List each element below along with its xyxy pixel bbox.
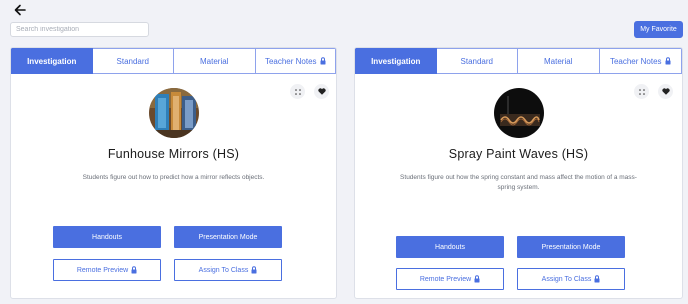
button-label: Assign To Class [541, 275, 592, 283]
handouts-button[interactable]: Handouts [53, 226, 161, 248]
assign-to-class-button[interactable]: Assign To Class [517, 268, 625, 290]
investigation-description: Students figure out how the spring const… [400, 174, 637, 191]
tab-teacher-notes[interactable]: Teacher Notes [255, 48, 336, 74]
investigation-thumbnail [493, 88, 544, 138]
button-label: Handouts [92, 233, 122, 241]
investigation-thumbnail [148, 88, 199, 138]
grid-dots-icon [638, 88, 645, 95]
favorite-heart-button[interactable] [314, 84, 329, 99]
tab-label: Standard [116, 56, 149, 66]
card-tabs: Investigation Standard Material Teacher … [355, 48, 682, 74]
button-label: Presentation Mode [541, 243, 601, 251]
back-arrow-icon[interactable] [13, 3, 27, 17]
heart-icon [317, 88, 326, 95]
lock-icon [474, 275, 480, 283]
tab-label: Material [200, 56, 229, 66]
presentation-mode-button[interactable]: Presentation Mode [517, 236, 625, 258]
heart-icon [661, 88, 670, 95]
tab-material[interactable]: Material [174, 48, 256, 74]
grid-dots-button[interactable] [634, 84, 649, 99]
lock-icon [320, 57, 326, 65]
investigation-title: Funhouse Mirrors (HS) [107, 147, 240, 161]
tab-label: Teacher Notes [609, 56, 662, 66]
tab-teacher-notes[interactable]: Teacher Notes [599, 48, 682, 74]
remote-preview-button[interactable]: Remote Preview [396, 268, 504, 290]
grid-dots-button[interactable] [290, 84, 305, 99]
tab-label: Investigation [371, 56, 421, 66]
investigation-card: Investigation Standard Material Teacher … [354, 47, 683, 299]
lock-icon [131, 266, 137, 274]
remote-preview-button[interactable]: Remote Preview [53, 259, 161, 281]
button-label: Remote Preview [76, 266, 129, 274]
investigation-description: Students figure out how to predict how a… [82, 174, 265, 181]
button-label: Assign To Class [198, 266, 249, 274]
tab-material[interactable]: Material [518, 48, 600, 74]
investigation-card: Investigation Standard Material Teacher … [10, 47, 337, 299]
my-favorite-button[interactable]: My Favorite [634, 21, 683, 38]
grid-dots-icon [294, 88, 301, 95]
tab-label: Material [544, 56, 573, 66]
button-label: Remote Preview [419, 275, 472, 283]
assign-to-class-button[interactable]: Assign To Class [174, 259, 282, 281]
search-input[interactable] [10, 22, 149, 37]
tab-standard[interactable]: Standard [92, 48, 174, 74]
presentation-mode-button[interactable]: Presentation Mode [174, 226, 282, 248]
investigation-title: Spray Paint Waves (HS) [448, 147, 589, 161]
favorite-heart-button[interactable] [658, 84, 673, 99]
lock-icon [251, 266, 257, 274]
button-label: Presentation Mode [198, 233, 258, 241]
lock-icon [594, 275, 600, 283]
card-tabs: Investigation Standard Material Teacher … [11, 48, 336, 74]
tab-label: Teacher Notes [264, 56, 317, 66]
tab-label: Investigation [27, 56, 77, 66]
tab-investigation[interactable]: Investigation [355, 48, 437, 74]
handouts-button[interactable]: Handouts [396, 236, 504, 258]
tab-investigation[interactable]: Investigation [11, 48, 93, 74]
tab-standard[interactable]: Standard [436, 48, 518, 74]
lock-icon [665, 57, 671, 65]
button-label: Handouts [435, 243, 465, 251]
tab-label: Standard [460, 56, 493, 66]
